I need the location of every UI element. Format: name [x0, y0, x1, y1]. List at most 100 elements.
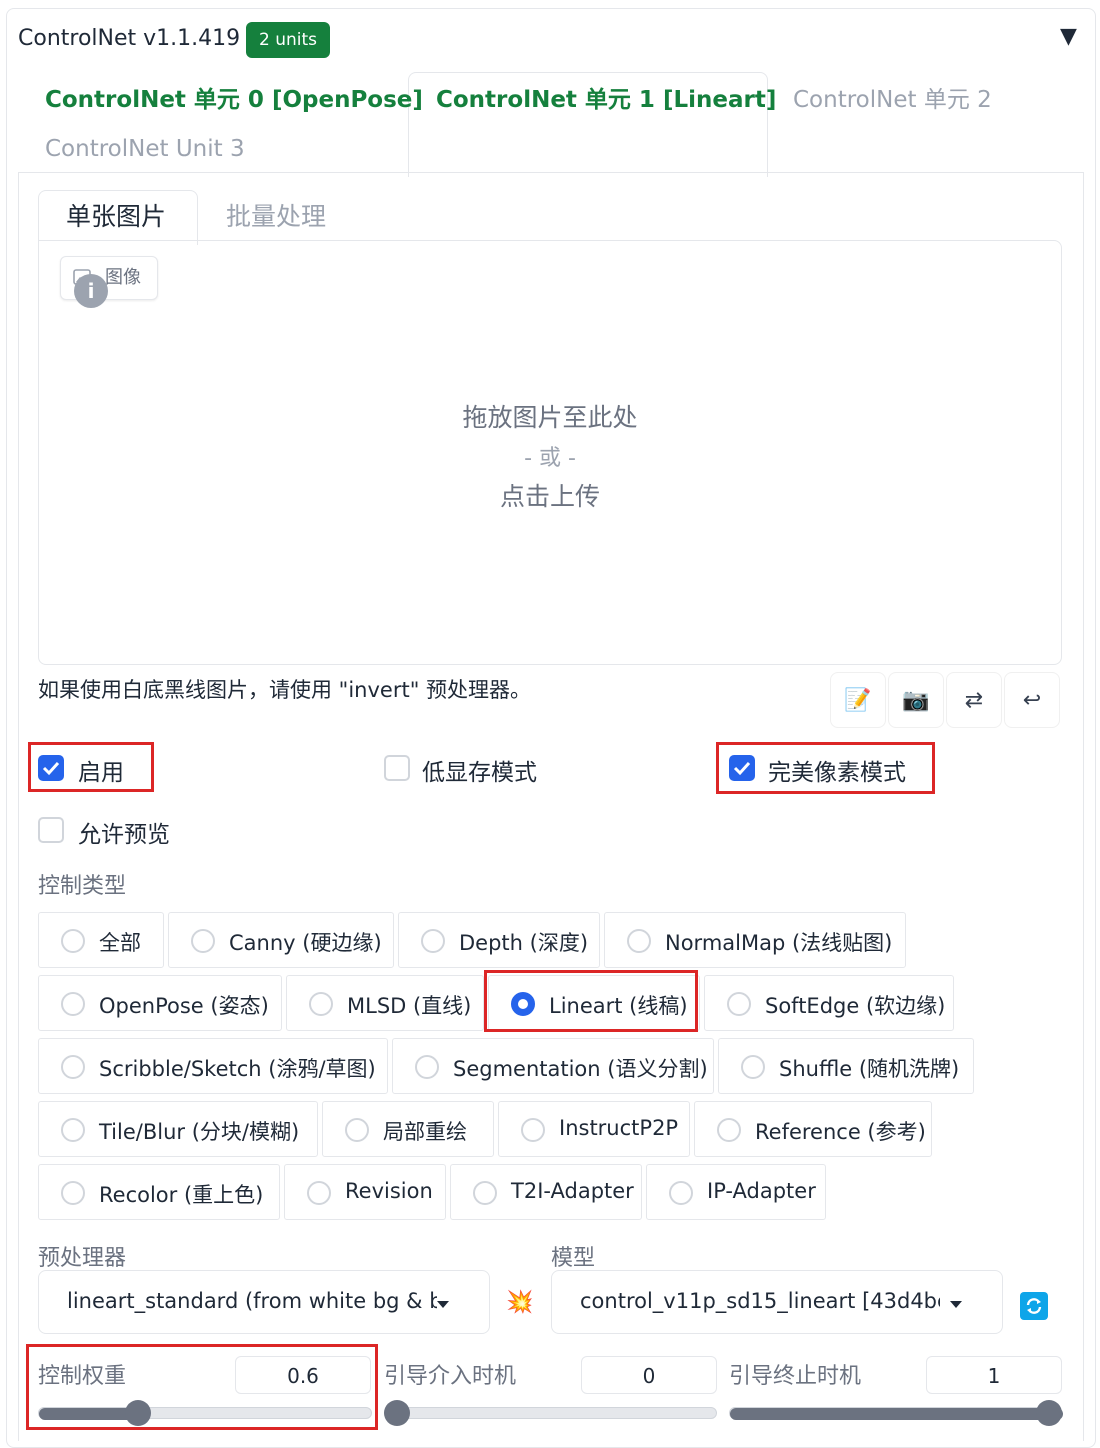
upload-click-text: 点击上传	[499, 482, 600, 511]
control-type-option-label: InstructP2P	[559, 1116, 679, 1140]
control-weight-slider-track[interactable]	[38, 1407, 372, 1420]
preprocessor-value: lineart_standard (from white bg & bla	[67, 1289, 437, 1313]
units-badge: 2 units	[246, 22, 330, 58]
edit-icon: 📝	[844, 688, 872, 713]
radio-circle-icon	[669, 1181, 693, 1205]
control-type-option-label: Shuffle (随机洗牌)	[779, 1057, 960, 1081]
low-vram-label: 低显存模式	[422, 760, 537, 786]
control-type-option-label: MLSD (直线)	[347, 994, 472, 1018]
radio-circle-icon	[627, 929, 651, 953]
control-type-option[interactable]: Tile/Blur (分块/模糊)	[38, 1101, 318, 1157]
control-weight-slider-thumb[interactable]	[125, 1400, 151, 1426]
guidance-end-slider-thumb[interactable]	[1036, 1400, 1062, 1426]
highlight-lineart	[484, 970, 698, 1032]
radio-circle-icon	[727, 992, 751, 1016]
radio-circle-icon	[61, 1055, 85, 1079]
control-type-option[interactable]: MLSD (直线)	[286, 975, 484, 1031]
pixel-perfect-checkbox[interactable]	[729, 755, 755, 781]
upload-or-text: - 或 -	[524, 446, 576, 471]
control-type-option[interactable]: SoftEdge (软边缘)	[704, 975, 954, 1031]
model-dropdown[interactable]: control_v11p_sd15_lineart [43d4be0c	[551, 1270, 1003, 1334]
radio-circle-icon	[345, 1118, 369, 1142]
collapse-icon[interactable]: ▼	[1060, 24, 1077, 49]
control-type-option[interactable]: OpenPose (姿态)	[38, 975, 282, 1031]
control-type-option[interactable]: 全部	[38, 912, 164, 968]
control-type-option-label: Tile/Blur (分块/模糊)	[99, 1120, 300, 1144]
radio-circle-icon	[309, 992, 333, 1016]
radio-circle-icon	[307, 1181, 331, 1205]
control-type-option[interactable]: Depth (深度)	[398, 912, 600, 968]
info-icon: i	[74, 274, 108, 308]
control-type-option-label: 全部	[99, 931, 141, 955]
control-type-option[interactable]: Recolor (重上色)	[38, 1164, 280, 1220]
guidance-start-label: 引导介入时机	[384, 1364, 517, 1389]
allow-preview-checkbox[interactable]	[38, 817, 64, 843]
tab-unit-0[interactable]: ControlNet 单元 0 [OpenPose]	[45, 85, 423, 115]
tab-unit-2[interactable]: ControlNet 单元 2	[793, 85, 992, 115]
check-icon	[733, 761, 751, 776]
swap-button[interactable]: ⇄	[946, 672, 1002, 728]
model-label: 模型	[551, 1246, 596, 1271]
chevron-down-icon	[437, 1301, 449, 1308]
control-type-option-label: Scribble/Sketch (涂鸦/草图)	[99, 1057, 376, 1081]
control-type-option-label: Recolor (重上色)	[99, 1183, 264, 1207]
refresh-icon	[1026, 1298, 1042, 1314]
run-preprocessor-icon[interactable]: 💥	[506, 1290, 533, 1315]
control-weight-label: 控制权重	[38, 1364, 127, 1389]
control-type-option-label: T2I-Adapter	[511, 1179, 634, 1203]
pixel-perfect-label: 完美像素模式	[768, 760, 906, 786]
control-type-option[interactable]: Scribble/Sketch (涂鸦/草图)	[38, 1038, 388, 1094]
preprocessor-dropdown[interactable]: lineart_standard (from white bg & bla	[38, 1270, 490, 1334]
radio-circle-icon	[61, 929, 85, 953]
guidance-end-slider-track[interactable]	[729, 1407, 1063, 1420]
refresh-models-button[interactable]	[1020, 1292, 1048, 1320]
control-type-option-label: 局部重绘	[383, 1120, 467, 1144]
guidance-end-input[interactable]: 1	[926, 1356, 1062, 1394]
guidance-start-slider-track[interactable]	[384, 1407, 717, 1419]
control-type-option[interactable]: InstructP2P	[498, 1101, 690, 1157]
low-vram-checkbox[interactable]	[384, 755, 410, 781]
tab-single-image[interactable]: 单张图片	[66, 202, 166, 232]
allow-preview-label: 允许预览	[78, 822, 170, 848]
guidance-start-input[interactable]: 0	[581, 1356, 717, 1394]
control-type-option[interactable]: Segmentation (语义分割)	[392, 1038, 714, 1094]
control-type-option[interactable]: Revision	[284, 1164, 446, 1220]
control-weight-input[interactable]: 0.6	[235, 1356, 371, 1394]
panel-title: ControlNet v1.1.419	[18, 26, 241, 51]
control-type-label: 控制类型	[38, 874, 127, 899]
control-type-option[interactable]: Canny (硬边缘)	[168, 912, 394, 968]
radio-circle-icon	[421, 929, 445, 953]
enable-label: 启用	[78, 760, 124, 786]
send-dimensions-button[interactable]: ↩	[1004, 672, 1060, 728]
guidance-start-slider-thumb[interactable]	[384, 1400, 410, 1426]
tab-batch[interactable]: 批量处理	[226, 202, 326, 232]
preprocessor-label: 预处理器	[38, 1246, 127, 1271]
control-type-option[interactable]: 局部重绘	[322, 1101, 494, 1157]
control-type-option[interactable]: Reference (参考)	[694, 1101, 932, 1157]
control-type-option-label: Revision	[345, 1179, 433, 1203]
edit-button[interactable]: 📝	[830, 672, 886, 728]
guidance-end-slider-fill	[730, 1408, 1063, 1420]
control-type-option-label: Segmentation (语义分割)	[453, 1057, 708, 1081]
control-type-option[interactable]: T2I-Adapter	[450, 1164, 642, 1220]
camera-button[interactable]: 📷	[888, 672, 944, 728]
control-type-option-label: Reference (参考)	[755, 1120, 926, 1144]
invert-hint: 如果使用白底黑线图片，请使用 "invert" 预处理器。	[38, 678, 532, 702]
radio-circle-icon	[741, 1055, 765, 1079]
radio-circle-icon	[61, 992, 85, 1016]
control-type-option-label: SoftEdge (软边缘)	[765, 994, 946, 1018]
camera-icon: 📷	[902, 688, 930, 713]
check-icon	[42, 761, 60, 776]
image-label-text: 图像	[105, 267, 141, 288]
enable-checkbox[interactable]	[38, 755, 64, 781]
control-weight-slider-fill	[39, 1408, 139, 1420]
radio-circle-icon	[521, 1118, 545, 1142]
control-type-option[interactable]: IP-Adapter	[646, 1164, 826, 1220]
guidance-end-label: 引导终止时机	[729, 1364, 862, 1389]
control-type-option[interactable]: Shuffle (随机洗牌)	[718, 1038, 974, 1094]
control-type-option-label: NormalMap (法线贴图)	[665, 931, 893, 955]
radio-circle-icon	[191, 929, 215, 953]
tab-unit-3[interactable]: ControlNet Unit 3	[45, 134, 245, 164]
tab-unit-1[interactable]: ControlNet 单元 1 [Lineart]	[436, 85, 776, 115]
control-type-option[interactable]: NormalMap (法线贴图)	[604, 912, 906, 968]
